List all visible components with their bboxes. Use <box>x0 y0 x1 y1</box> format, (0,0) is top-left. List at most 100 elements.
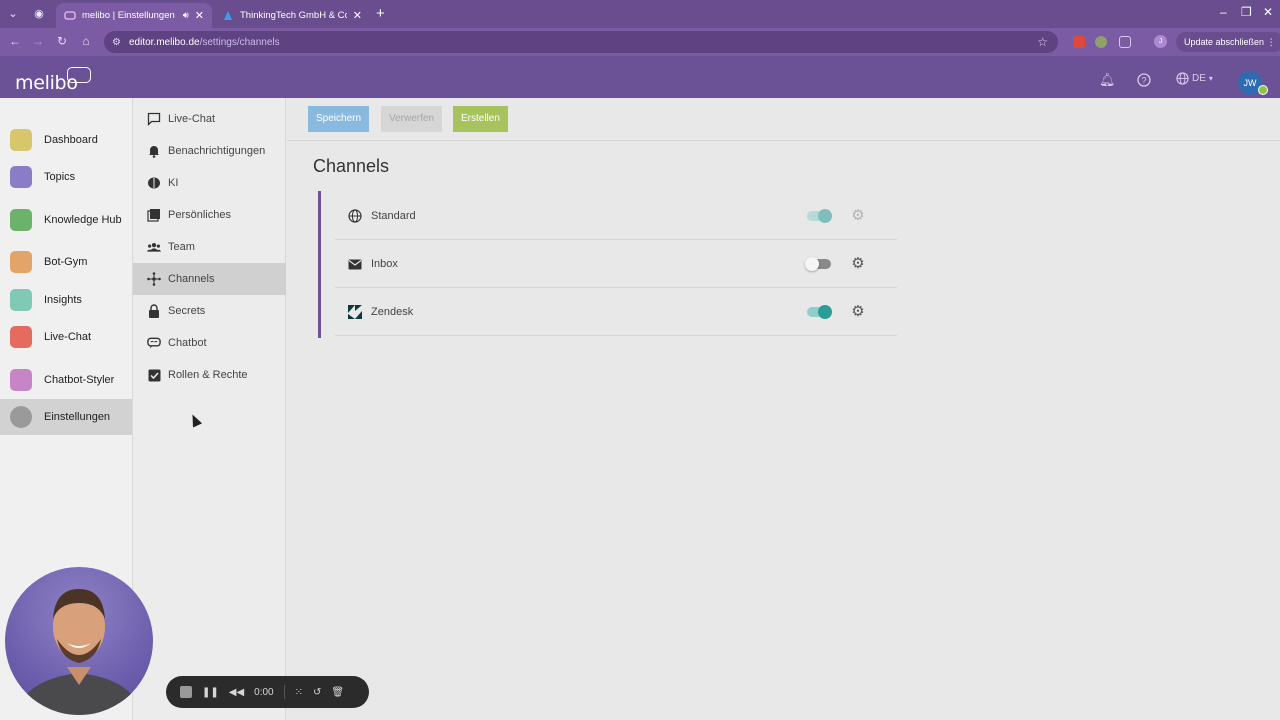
save-button[interactable]: Speichern <box>308 106 370 132</box>
checkbox-icon <box>147 368 161 382</box>
settings-item-benachrichtigungen[interactable]: Benachrichtigungen <box>133 135 286 167</box>
toggle-knob <box>805 257 819 271</box>
dashboard-icon <box>10 129 32 151</box>
language-code: DE <box>1192 73 1206 84</box>
settings-item-label: Benachrichtigungen <box>168 145 266 157</box>
topics-icon <box>10 166 32 188</box>
settings-item-live-chat[interactable]: Live-Chat <box>133 103 286 135</box>
sidebar-item-insights[interactable]: Insights <box>0 282 132 318</box>
settings-item-rollen-rechte[interactable]: Rollen & Rechte <box>133 359 286 391</box>
sidebar-item-chatbot-styler[interactable]: Chatbot-Styler <box>0 362 132 398</box>
create-button[interactable]: Erstellen <box>453 106 508 132</box>
close-window-icon[interactable]: ✕ <box>1263 5 1273 19</box>
reload-icon[interactable]: ↻ <box>54 34 70 48</box>
insights-icon <box>10 289 32 311</box>
mail-icon <box>347 256 363 272</box>
settings-icon <box>10 406 32 428</box>
settings-item-persoenliches[interactable]: Persönliches <box>133 199 286 231</box>
trash-icon[interactable]: 🗑︎ <box>331 687 344 698</box>
melibo-favicon-icon <box>64 10 76 20</box>
settings-item-label: Secrets <box>168 305 206 317</box>
zendesk-icon <box>347 304 363 320</box>
help-icon[interactable]: ? <box>1137 73 1151 87</box>
new-tab-icon[interactable]: + <box>376 5 385 22</box>
sidebar-item-dashboard[interactable]: Dashboard <box>0 122 132 158</box>
channel-row-inbox: Inbox ⚙ <box>335 241 897 288</box>
browser-toolbar: ← → ↻ ⌂ ⚙ editor.melibo.de/settings/chan… <box>0 28 1280 56</box>
channel-toggle-standard[interactable] <box>807 209 832 223</box>
forward-icon[interactable]: → <box>30 34 46 48</box>
channel-toggle-zendesk[interactable] <box>807 305 832 319</box>
rewind-icon[interactable]: ◀◀ <box>229 687 244 698</box>
restore-icon[interactable]: ❐ <box>1241 5 1252 19</box>
tab-list-chevron-icon[interactable]: ⌄ <box>5 6 21 22</box>
channel-name: Standard <box>371 210 416 222</box>
chatbot-styler-icon <box>10 369 32 391</box>
globe-icon <box>1176 72 1189 85</box>
url-text: editor.melibo.de/settings/channels <box>128 36 280 48</box>
tab-thinkingtech[interactable]: ThinkingTech GmbH & Co. ✕ <box>214 3 370 28</box>
home-icon[interactable]: ⌂ <box>78 34 94 48</box>
sidebar-item-label: Live-Chat <box>44 331 92 343</box>
speaker-icon[interactable]: 🔊︎ <box>183 10 189 21</box>
grid-icon[interactable]: ⁙ <box>295 687 303 698</box>
app-header: melibo 🔔︎ ? DE ▾ <box>0 56 1280 98</box>
minimize-icon[interactable]: – <box>1220 5 1227 19</box>
discard-button[interactable]: Verwerfen <box>381 106 443 132</box>
extension-recorder-icon[interactable] <box>1073 36 1085 48</box>
settings-item-ki[interactable]: KI <box>133 167 286 199</box>
restart-icon[interactable]: ↺ <box>313 687 321 698</box>
settings-item-secrets[interactable]: Secrets <box>133 295 286 327</box>
browser-profile-avatar[interactable]: J <box>1154 35 1167 48</box>
sidebar-item-label: Dashboard <box>44 134 98 146</box>
back-icon[interactable]: ← <box>7 34 23 48</box>
settings-item-chatbot[interactable]: Chatbot <box>133 327 286 359</box>
webcam-overlay <box>5 567 153 715</box>
language-selector[interactable]: DE ▾ <box>1176 72 1213 85</box>
recording-time: 0:00 <box>254 686 274 698</box>
sidebar-item-label: Insights <box>44 294 82 306</box>
sidebar-item-topics[interactable]: Topics <box>0 159 132 195</box>
sidebar-item-live-chat[interactable]: Live-Chat <box>0 319 132 355</box>
channel-toggle-inbox[interactable] <box>805 257 831 271</box>
notifications-bell-icon[interactable]: 🔔︎ <box>1099 72 1116 88</box>
gear-icon[interactable]: ⚙ <box>850 208 866 224</box>
sidebar-item-einstellungen[interactable]: Einstellungen <box>0 399 132 435</box>
close-tab-icon[interactable]: ✕ <box>353 9 362 22</box>
tab-title: ThinkingTech GmbH & Co. <box>240 10 347 21</box>
settings-item-channels[interactable]: Channels <box>133 263 286 295</box>
divider <box>283 685 285 699</box>
lock-icon <box>147 304 161 318</box>
gear-icon[interactable]: ⚙ <box>850 256 866 272</box>
bell-icon <box>147 144 161 158</box>
pause-icon[interactable]: ❚❚ <box>202 687 219 698</box>
update-button[interactable]: Update abschließen ⋮ <box>1176 32 1280 52</box>
tab-melibo[interactable]: melibo | Einstellungen 🔊︎ ✕ <box>56 3 212 28</box>
azure-favicon-icon <box>224 10 232 20</box>
address-bar[interactable]: ⚙ editor.melibo.de/settings/channels ☆ <box>104 31 1058 53</box>
close-tab-icon[interactable]: ✕ <box>195 9 204 22</box>
profile-card-icon <box>147 208 161 222</box>
extensions-puzzle-icon[interactable] <box>1119 36 1131 48</box>
stop-recording-icon[interactable] <box>180 686 192 698</box>
toggle-knob <box>818 209 832 223</box>
channel-list: Standard ⚙ Inbox ⚙ Zendesk ⚙ <box>318 191 897 338</box>
settings-item-label: Persönliches <box>168 209 231 221</box>
gear-icon[interactable]: ⚙ <box>850 304 866 320</box>
sidebar-item-bot-gym[interactable]: Bot-Gym <box>0 244 132 280</box>
site-info-icon[interactable]: ⚙ <box>112 37 121 48</box>
toggle-knob <box>818 305 832 319</box>
settings-menu: Live-Chat Benachrichtigungen KI Persönli… <box>133 98 286 720</box>
extension-icon[interactable] <box>1095 36 1107 48</box>
channels-icon <box>147 272 161 286</box>
sidebar-item-knowledge-hub[interactable]: Knowledge Hub <box>0 202 132 238</box>
sidebar-item-label: Topics <box>44 171 76 183</box>
sidebar-item-label: Einstellungen <box>44 411 111 423</box>
channel-row-zendesk: Zendesk ⚙ <box>335 289 897 336</box>
bot-gym-icon <box>10 251 32 273</box>
settings-item-label: Channels <box>168 273 215 285</box>
settings-item-team[interactable]: Team <box>133 231 286 263</box>
settings-item-label: Live-Chat <box>168 113 216 125</box>
bookmark-star-icon[interactable]: ☆ <box>1037 35 1048 49</box>
presenter-figure <box>15 589 143 715</box>
